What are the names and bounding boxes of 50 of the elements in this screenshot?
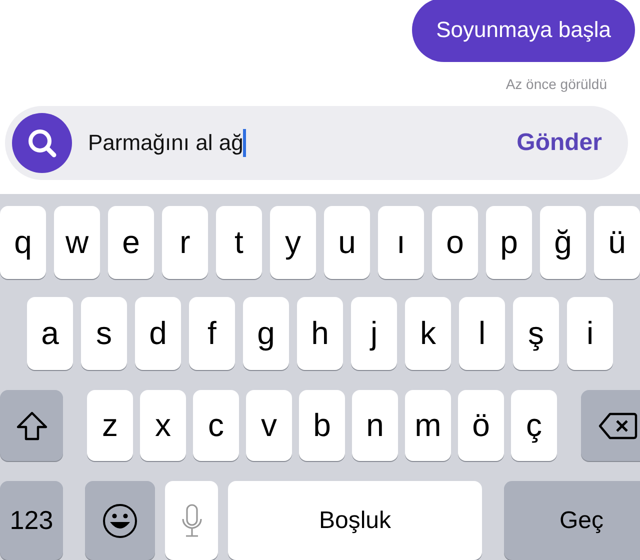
letter-key[interactable]: b <box>299 390 345 462</box>
letter-key[interactable]: ı <box>378 206 424 280</box>
shift-key[interactable] <box>0 390 63 462</box>
letter-key[interactable]: v <box>246 390 292 462</box>
letter-key[interactable]: s <box>81 297 127 370</box>
seen-status: Az önce görüldü <box>506 76 607 92</box>
letter-key[interactable]: d <box>135 297 181 370</box>
letter-key[interactable]: ğ <box>540 206 586 280</box>
letter-key[interactable]: z <box>87 390 133 462</box>
letter-key[interactable]: j <box>351 297 397 370</box>
letter-key[interactable]: o <box>432 206 478 280</box>
letter-key[interactable]: w <box>54 206 100 280</box>
letter-key[interactable]: ü <box>594 206 640 280</box>
letter-key[interactable]: f <box>189 297 235 370</box>
letter-key[interactable]: m <box>405 390 451 462</box>
emoji-key[interactable] <box>85 481 155 560</box>
letter-key[interactable]: ş <box>513 297 559 370</box>
letter-key[interactable]: a <box>27 297 73 370</box>
letter-key[interactable]: ç <box>511 390 557 462</box>
letter-key[interactable]: p <box>486 206 532 280</box>
send-button[interactable]: Gönder <box>516 129 602 157</box>
shift-icon <box>14 410 48 442</box>
message-field[interactable]: Parmağını al ağ <box>88 129 501 157</box>
return-key[interactable]: Geç <box>504 481 640 560</box>
letter-key[interactable]: y <box>270 206 316 280</box>
search-button[interactable] <box>12 113 72 173</box>
letter-key[interactable]: h <box>297 297 343 370</box>
letter-key[interactable]: n <box>352 390 398 462</box>
backspace-icon <box>598 412 638 440</box>
microphone-key[interactable] <box>165 481 218 560</box>
letter-key[interactable]: e <box>108 206 154 280</box>
letter-key[interactable]: q <box>0 206 46 280</box>
letter-key[interactable]: i <box>567 297 613 370</box>
letter-key[interactable]: t <box>216 206 262 280</box>
microphone-icon <box>180 504 202 538</box>
text-cursor <box>243 129 246 157</box>
message-bubble: Soyunmaya başla <box>412 0 635 62</box>
letter-key[interactable]: r <box>162 206 208 280</box>
letter-key[interactable]: ö <box>458 390 504 462</box>
letter-key[interactable]: u <box>324 206 370 280</box>
letter-key[interactable]: x <box>140 390 186 462</box>
letter-key[interactable]: c <box>193 390 239 462</box>
search-icon <box>26 127 58 159</box>
smiley-icon <box>102 502 138 539</box>
letter-key[interactable]: k <box>405 297 451 370</box>
letter-key[interactable]: l <box>459 297 505 370</box>
numbers-key[interactable]: 123 <box>0 481 63 560</box>
backspace-key[interactable] <box>581 390 640 462</box>
letter-key[interactable]: g <box>243 297 289 370</box>
space-key[interactable]: Boşluk <box>228 481 482 560</box>
